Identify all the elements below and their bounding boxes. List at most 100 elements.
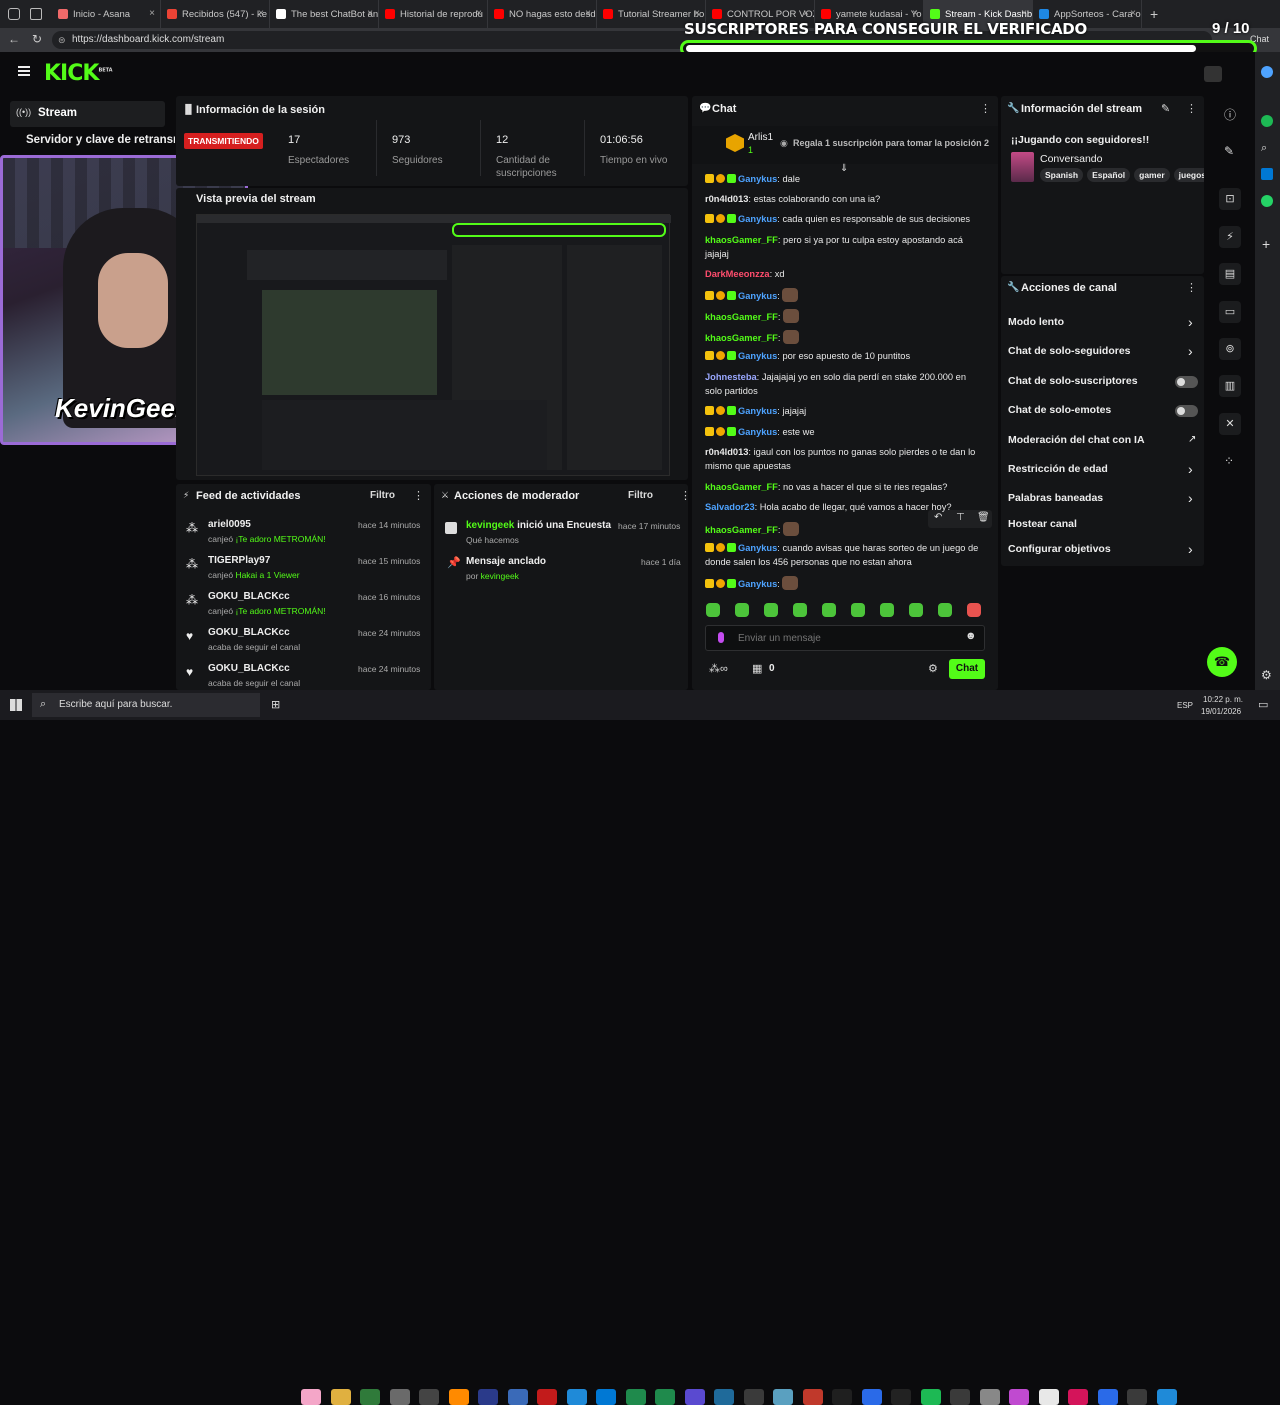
chat-username[interactable]: Ganykus [738,406,777,416]
mic-icon[interactable] [718,632,724,643]
taskbar-app-icon[interactable] [537,1389,557,1405]
activity-icon[interactable]: ⚡ [1219,226,1241,248]
channel-action-item[interactable]: Hostear canal [1008,518,1077,530]
taskbar-app-icon[interactable] [1097,1389,1118,1405]
chat-username[interactable]: khaosGamer_FF [705,312,778,322]
chat-username[interactable]: DarkMeeonzza [705,269,770,279]
settings-icon[interactable]: ⚙ [1261,668,1272,682]
edit-icon[interactable]: ✎ [1161,102,1170,115]
mod-user[interactable]: kevingeek [466,520,514,531]
emote-picker-icon[interactable] [706,603,720,617]
taskbar-app-icon[interactable] [419,1389,439,1405]
apps-icon[interactable]: ⁘ [1224,454,1234,468]
channel-action-item[interactable]: Moderación del chat con IA [1008,434,1145,446]
notifications-icon[interactable]: ▭ [1258,698,1268,711]
chat-username[interactable]: khaosGamer_FF [705,235,778,245]
emote-picker-icon[interactable] [938,603,952,617]
browser-tab[interactable]: Historial de reprodu × [379,0,488,28]
taskbar-app-icon[interactable] [1068,1389,1088,1405]
chat-settings-icon[interactable]: ⚙ [928,662,938,675]
spotify-icon[interactable] [1261,115,1273,127]
taskbar-app-icon[interactable] [655,1389,675,1405]
taskbar-app-icon[interactable] [389,1389,410,1405]
back-icon[interactable]: ← [8,32,20,46]
channel-action-item[interactable]: Chat de solo-suscriptores [1008,375,1138,387]
chat-username[interactable]: Johnesteba [705,372,757,382]
taskbar-app-icon[interactable] [1127,1389,1147,1405]
taskbar-app-icon[interactable] [566,1389,587,1405]
browser-tab[interactable]: The best ChatBot an × [270,0,379,28]
taskbar-app-icon[interactable] [714,1389,734,1405]
taskbar-app-icon[interactable] [684,1389,705,1405]
channel-action-item[interactable]: Chat de solo-emotes [1008,404,1111,416]
close-tab-icon[interactable]: × [149,8,155,19]
windows-start-icon[interactable] [10,699,22,711]
taskbar-app-icon[interactable] [507,1389,528,1405]
feed-user[interactable]: TIGERPlay97 [208,555,270,566]
pencil-icon[interactable]: ✎ [1224,144,1234,158]
language-indicator[interactable]: ESP [1177,701,1193,710]
chat-username[interactable]: r0n4ld013 [705,194,748,204]
store-icon[interactable]: ▦ [752,662,762,675]
taskbar-app-icon[interactable] [1156,1389,1177,1405]
emote-picker-icon[interactable] [822,603,836,617]
taskbar-app-icon[interactable] [596,1389,616,1405]
channel-action-item[interactable]: Modo lento [1008,316,1064,328]
taskbar-app-icon[interactable] [330,1389,351,1405]
search-icon[interactable]: ⌕ [1261,142,1267,155]
feed-user[interactable]: GOKU_BLACKcc [208,627,290,638]
taskbar-app-icon[interactable] [743,1389,764,1405]
close-tab-icon[interactable]: × [258,8,264,19]
taskbar-app-icon[interactable] [773,1389,793,1405]
taskbar-app-icon[interactable] [861,1389,882,1405]
document-icon[interactable]: ▤ [1219,263,1241,285]
chat-username[interactable]: Ganykus [738,214,777,224]
close-tab-icon[interactable]: × [476,8,482,19]
chat-username[interactable]: Ganykus [738,427,777,437]
category-name[interactable]: Conversando [1040,153,1102,165]
stream-info-menu-icon[interactable]: ⋮ [1186,102,1197,115]
channel-actions-menu-icon[interactable]: ⋮ [1186,281,1197,294]
chat-message-input[interactable] [738,630,938,646]
taskbar-app-icon[interactable] [891,1389,911,1405]
support-button[interactable]: ☎ [1207,647,1237,677]
chat-username[interactable]: Ganykus [738,351,777,361]
mod-sub-user[interactable]: kevingeek [481,571,519,581]
mod-filter-button[interactable]: Filtro [628,490,653,501]
chat-username[interactable]: khaosGamer_FF [705,333,778,343]
stream-tag[interactable]: juegos [1173,168,1204,182]
mod-menu-icon[interactable]: ⋮ [680,489,691,502]
stream-layout-icon[interactable]: ⊡ [1219,188,1241,210]
browser-tab[interactable]: Inicio - Asana × [52,0,161,28]
site-info-icon[interactable]: ⊜ [58,31,66,49]
taskbar-app-icon[interactable] [920,1389,941,1405]
whatsapp-icon[interactable] [1261,195,1273,207]
feed-user[interactable]: ariel0095 [208,519,251,530]
taskbar-app-icon[interactable] [360,1389,380,1405]
emote-picker-icon[interactable] [880,603,894,617]
channel-action-item[interactable]: Chat de solo-seguidores [1008,345,1131,357]
emote-picker-icon[interactable] [967,603,981,617]
sidebar-item-server-key[interactable]: Servidor y clave de retransmisión [26,134,175,152]
chat-username[interactable]: Salvador23 [705,502,755,512]
taskbar-search[interactable]: ⌕ Escribe aquí para buscar. [32,693,260,717]
mod-panel-icon[interactable]: ▥ [1219,375,1241,397]
stream-tag[interactable]: gamer [1134,168,1170,182]
kick-logo[interactable]: KICKBETA [44,61,113,86]
browser-tab[interactable]: NO hagas esto desd × [488,0,597,28]
chat-menu-icon[interactable]: ⋮ [980,102,991,115]
feed-menu-icon[interactable]: ⋮ [413,489,424,502]
emote-picker-icon[interactable] [764,603,778,617]
chat-username[interactable]: r0n4ld013 [705,447,748,457]
taskbar-app-icon[interactable] [625,1389,646,1405]
emote-picker-icon[interactable] [851,603,865,617]
taskbar-app-icon[interactable] [802,1389,823,1405]
feed-user[interactable]: GOKU_BLACKcc [208,591,290,602]
outlook-icon[interactable] [1261,168,1273,180]
feed-filter-button[interactable]: Filtro [370,490,395,501]
chat-username[interactable]: Ganykus [738,543,777,553]
feed-user[interactable]: GOKU_BLACKcc [208,663,290,674]
send-chat-button[interactable]: Chat [949,659,985,679]
clock-date[interactable]: 19/01/2026 [1201,707,1241,716]
channel-action-item[interactable]: Configurar objetivos [1008,543,1111,555]
